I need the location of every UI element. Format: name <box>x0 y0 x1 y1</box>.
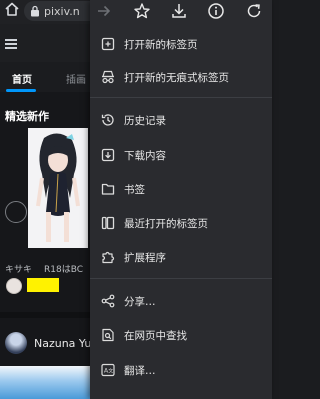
extensions-icon <box>100 249 116 265</box>
svg-text:文: 文 <box>108 368 113 375</box>
menu-separator <box>90 97 272 98</box>
hamburger-menu-icon[interactable] <box>5 39 17 49</box>
recent-tabs-icon <box>100 215 116 231</box>
tab-home[interactable]: 首页 <box>12 71 32 86</box>
translate-icon: A文 <box>100 362 116 378</box>
downloads-icon <box>100 147 116 163</box>
user-row[interactable]: Nazuna Yu <box>0 332 100 362</box>
lock-icon <box>31 5 39 17</box>
star-icon[interactable] <box>133 2 151 20</box>
section-title: 精选新作 <box>5 110 49 123</box>
menu-item-downloads[interactable]: 下载内容 <box>90 141 272 169</box>
browser-overflow-menu: 打开新的标签页 打开新的无痕式标签页 历史记录 下载内容 书签 最近打开的标签页 <box>90 0 272 399</box>
download-icon[interactable] <box>170 2 188 20</box>
work-meta: キサキ R18はBC <box>5 262 83 275</box>
active-tab-indicator <box>6 89 36 92</box>
info-icon[interactable] <box>207 2 225 20</box>
tab-illustrations[interactable]: 插画 <box>66 71 86 86</box>
menu-item-history[interactable]: 历史记录 <box>90 106 272 134</box>
refresh-icon[interactable] <box>245 2 263 20</box>
menu-top-actions <box>90 0 272 24</box>
menu-item-find-in-page[interactable]: 在网页中查找 <box>90 321 272 349</box>
forward-icon[interactable] <box>95 2 113 20</box>
menu-item-bookmarks[interactable]: 书签 <box>90 175 272 203</box>
menu-separator <box>90 278 272 279</box>
user-name[interactable]: Nazuna Yu <box>34 337 91 350</box>
avatar[interactable] <box>6 278 22 294</box>
menu-item-share[interactable]: 分享… <box>90 287 272 315</box>
bookmarks-icon <box>100 181 116 197</box>
menu-item-extensions[interactable]: 扩展程序 <box>90 243 272 271</box>
artwork-thumbnail[interactable] <box>28 128 88 248</box>
work-tag: R18はBC <box>44 265 84 275</box>
work-author[interactable]: キサキ <box>5 265 32 275</box>
user-avatar[interactable] <box>5 332 27 354</box>
home-icon[interactable] <box>4 1 20 17</box>
new-tab-icon <box>100 36 116 52</box>
history-icon <box>100 112 116 128</box>
share-icon <box>100 293 116 309</box>
menu-item-new-incognito-tab[interactable]: 打开新的无痕式标签页 <box>90 63 272 91</box>
incognito-icon <box>100 69 116 85</box>
menu-item-recent-tabs[interactable]: 最近打开的标签页 <box>90 209 272 237</box>
menu-item-translate[interactable]: A文 翻译… <box>90 356 272 384</box>
carousel-prev-button[interactable] <box>5 201 27 223</box>
menu-item-new-tab[interactable]: 打开新的标签页 <box>90 30 272 58</box>
url-text: pixiv.n <box>44 4 80 18</box>
find-in-page-icon <box>100 327 116 343</box>
highlight-badge <box>27 278 59 292</box>
artwork-preview[interactable] <box>0 366 90 399</box>
